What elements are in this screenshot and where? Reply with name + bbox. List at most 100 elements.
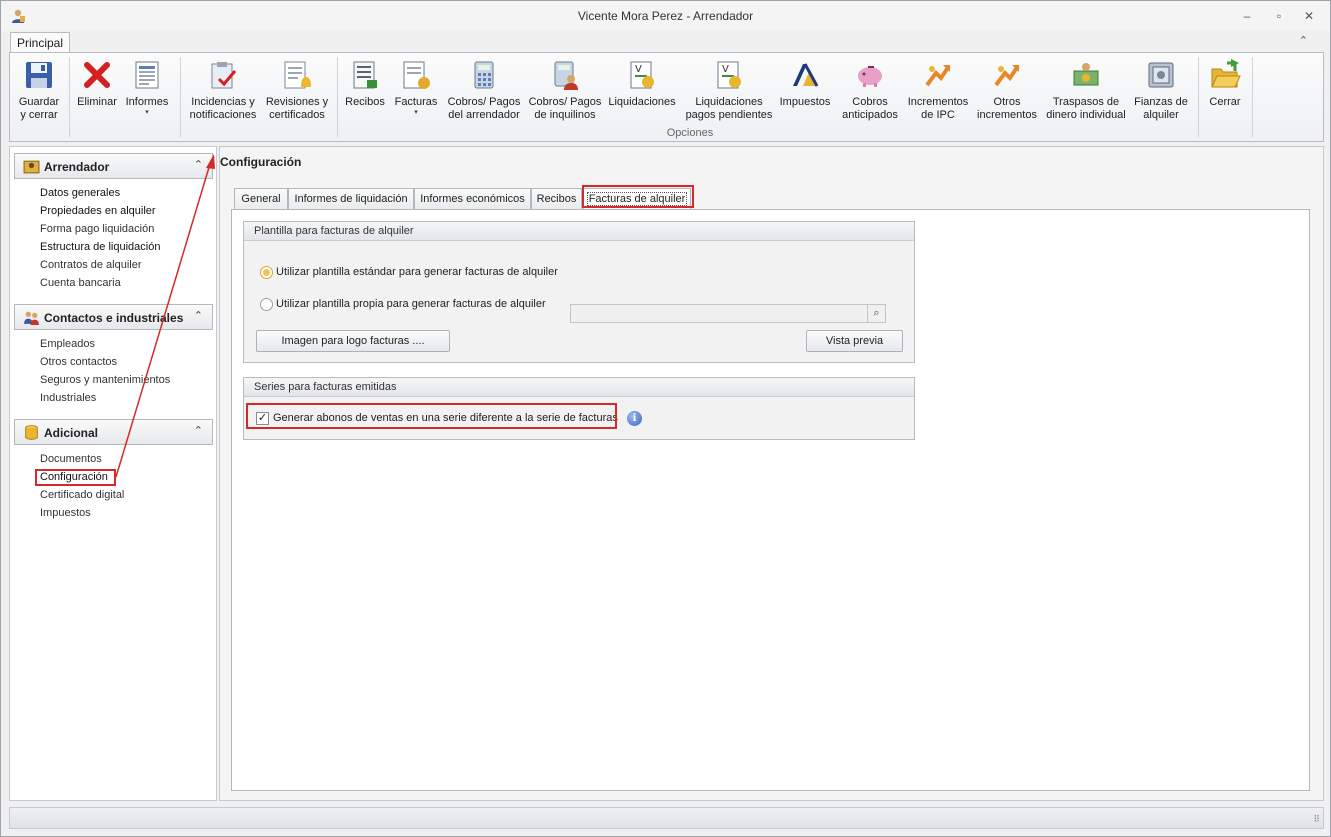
database-icon (25, 425, 38, 440)
minimize-button[interactable]: – (1236, 7, 1258, 25)
traspasos-label-2: dinero individual (1046, 109, 1126, 121)
cobros-anticipados-label-1: Cobros (852, 96, 888, 108)
logo-facturas-button[interactable]: Imagen para logo facturas .... (256, 330, 450, 352)
informes-button[interactable]: Informes ▾ (122, 59, 172, 117)
cobros-pagos-arrendador-button[interactable]: Cobros/ Pagos del arrendador (446, 59, 522, 122)
nav-item-documentos[interactable]: Documentos (40, 453, 102, 467)
nav-item-datos-generales[interactable]: Datos generales (40, 187, 120, 201)
ribbon-separator (69, 57, 70, 137)
liq-pendientes-label-1: Liquidaciones (695, 96, 763, 108)
highlight-box-tab-facturas (582, 185, 694, 208)
facturas-dropdown-icon: ▾ (414, 109, 418, 116)
nav-group-title: Contactos e industriales (44, 311, 184, 325)
tab-informes-economicos[interactable]: Informes económicos (414, 188, 531, 210)
otros-incrementos-button[interactable]: Otros incrementos (975, 59, 1039, 122)
title-bar: Vicente Mora Perez - Arrendador – ▫ ✕ (1, 1, 1330, 31)
cerrar-label: Cerrar (1209, 96, 1241, 108)
vista-previa-button[interactable]: Vista previa (806, 330, 903, 352)
ribbon-tab-strip: Principal ⌃ (1, 31, 1330, 54)
incidencias-label-1: Incidencias y (191, 96, 255, 108)
impuestos-button[interactable]: Impuestos (777, 59, 833, 109)
incidencias-button[interactable]: Incidencias y notificaciones (186, 59, 260, 122)
facturas-button[interactable]: Facturas ▾ (392, 59, 440, 117)
cerrar-button[interactable]: Cerrar (1202, 59, 1248, 109)
document-seal-pending-icon: V (717, 61, 741, 89)
group-title: Plantilla para facturas de alquiler (254, 225, 414, 237)
liq-pendientes-label-2: pagos pendientes (685, 109, 773, 121)
tab-general[interactable]: General (234, 188, 288, 210)
nav-item-forma-pago[interactable]: Forma pago liquidación (40, 223, 154, 237)
group-title: Series para facturas emitidas (254, 381, 397, 393)
receipt-icon (353, 61, 377, 89)
traspasos-button[interactable]: Traspasos de dinero individual (1044, 59, 1128, 122)
nav-item-contratos[interactable]: Contratos de alquiler (40, 259, 142, 273)
radio-plantilla-propia-label[interactable]: Utilizar plantilla propia para generar f… (276, 298, 546, 310)
highlight-box-configuracion (35, 469, 116, 486)
nav-item-propiedades[interactable]: Propiedades en alquiler (40, 205, 156, 219)
guardar-cerrar-button[interactable]: Guardar y cerrar (14, 59, 64, 122)
radio-plantilla-estandar-label[interactable]: Utilizar plantilla estándar para generar… (276, 266, 558, 278)
nav-group-contactos[interactable]: Contactos e industriales ⌃ (14, 304, 213, 330)
document-seal-icon: V (630, 61, 654, 89)
list-bell-icon (284, 61, 311, 89)
nav-item-cuenta-bancaria[interactable]: Cuenta bancaria (40, 277, 121, 291)
close-button[interactable]: ✕ (1298, 7, 1320, 25)
group-plantilla: Plantilla para facturas de alquiler Util… (243, 221, 915, 363)
nav-item-certificado-digital[interactable]: Certificado digital (40, 489, 124, 503)
cobros-inquilinos-label-2: de inquilinos (534, 109, 596, 121)
revisiones-button[interactable]: Revisiones y certificados (263, 59, 331, 122)
radio-plantilla-estandar[interactable] (260, 266, 273, 279)
application-window: Vicente Mora Perez - Arrendador – ▫ ✕ Pr… (0, 0, 1331, 837)
fianzas-button[interactable]: Fianzas de alquiler (1131, 59, 1191, 122)
liquidaciones-button[interactable]: V Liquidaciones (607, 59, 677, 109)
page-title: Configuración (220, 155, 302, 169)
chevron-up-icon: ⌃ (193, 159, 203, 171)
nav-item-empleados[interactable]: Empleados (40, 338, 95, 352)
nav-group-title: Adicional (44, 426, 99, 440)
revisiones-label-2: certificados (269, 109, 325, 121)
liquidaciones-pagos-pendientes-button[interactable]: V Liquidaciones pagos pendientes (683, 59, 775, 122)
piggy-bank-icon (858, 66, 882, 87)
highlight-box-checkbox (246, 403, 617, 429)
nav-item-industriales[interactable]: Industriales (40, 392, 96, 406)
ribbon-tab-principal[interactable]: Principal (10, 32, 70, 54)
cobros-anticipados-button[interactable]: Cobros anticipados (838, 59, 902, 122)
tab-informes-liquidacion[interactable]: Informes de liquidación (288, 188, 414, 210)
tab-recibos[interactable]: Recibos (531, 188, 582, 210)
nav-item-seguros[interactable]: Seguros y mantenimientos (40, 374, 170, 388)
report-icon (135, 61, 159, 89)
nav-item-impuestos[interactable]: Impuestos (40, 507, 91, 521)
eliminar-label: Eliminar (77, 96, 117, 108)
informes-label: Informes (125, 96, 169, 108)
cobros-inquilinos-label-1: Cobros/ Pagos (528, 96, 602, 108)
otros-incrementos-label-1: Otros (993, 96, 1021, 108)
chevron-up-icon: ⌃ (193, 425, 203, 437)
incrementos-ipc-button[interactable]: Incrementos de IPC (903, 59, 973, 122)
status-bar: ⠿ (9, 807, 1324, 829)
plantilla-path-input[interactable]: ⌕ (570, 304, 886, 323)
radio-plantilla-propia[interactable] (260, 298, 273, 311)
collapse-ribbon-button[interactable]: ⌃ (1299, 34, 1308, 47)
nav-group-adicional[interactable]: Adicional ⌃ (14, 419, 213, 445)
eliminar-button[interactable]: Eliminar (72, 59, 122, 109)
traspasos-label-1: Traspasos de (1052, 96, 1120, 108)
svg-text:V: V (635, 64, 642, 75)
impuestos-label: Impuestos (779, 96, 831, 108)
delete-x-icon (84, 62, 110, 88)
nav-item-estructura[interactable]: Estructura de liquidación (40, 241, 160, 255)
window-title: Vicente Mora Perez - Arrendador (577, 9, 754, 23)
increase-arrow-other-icon (994, 64, 1020, 87)
resize-grip-icon[interactable]: ⠿ (1313, 814, 1320, 825)
cobros-pagos-inquilinos-button[interactable]: Cobros/ Pagos de inquilinos (527, 59, 603, 122)
ribbon-separator (180, 57, 181, 137)
facturas-label: Facturas (394, 96, 438, 108)
tax-agency-icon (793, 63, 819, 87)
recibos-button[interactable]: Recibos (342, 59, 388, 109)
restore-button[interactable]: ▫ (1268, 7, 1290, 25)
nav-item-otros-contactos[interactable]: Otros contactos (40, 356, 117, 370)
informes-dropdown-icon: ▾ (145, 109, 149, 116)
nav-group-arrendador[interactable]: Arrendador ⌃ (14, 153, 213, 179)
fianzas-label-2: alquiler (1143, 109, 1179, 121)
search-icon[interactable]: ⌕ (867, 305, 885, 322)
info-icon[interactable]: i (627, 411, 642, 426)
